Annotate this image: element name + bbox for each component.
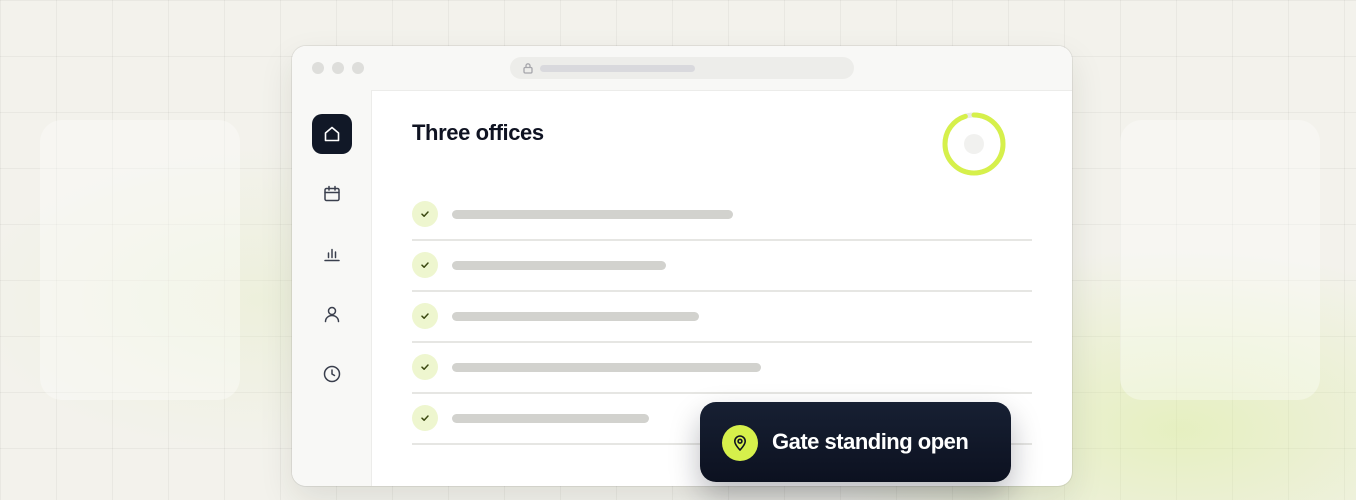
- user-icon: [324, 306, 340, 323]
- background-card-left: [40, 120, 240, 400]
- progress-ring-center: [964, 134, 984, 154]
- sidebar-item-home[interactable]: [312, 114, 352, 154]
- checkmark-icon: [421, 262, 429, 268]
- task-checkbox[interactable]: [412, 252, 438, 278]
- toast-message: Gate standing open: [772, 429, 969, 454]
- checkmark-icon: [421, 313, 429, 319]
- home-icon: [324, 126, 340, 142]
- map-pin-badge: [722, 425, 758, 461]
- task-row[interactable]: [412, 343, 1032, 394]
- checkmark-icon: [421, 415, 429, 421]
- lock-icon: [523, 63, 533, 74]
- checkmark-icon: [421, 211, 429, 217]
- window-titlebar: [292, 46, 1072, 91]
- sidebar-item-stats[interactable]: [312, 234, 352, 274]
- url-placeholder-line: [540, 65, 695, 72]
- background-card-right: [1120, 120, 1320, 400]
- checkmark-icon: [421, 364, 429, 370]
- sidebar-item-history[interactable]: [312, 354, 352, 394]
- bar-chart-icon: [324, 248, 340, 262]
- clock-icon: [323, 365, 341, 383]
- task-text-placeholder: [452, 261, 666, 270]
- map-pin-icon: [734, 435, 746, 451]
- task-row[interactable]: [412, 190, 1032, 241]
- task-text-placeholder: [452, 414, 649, 423]
- task-row[interactable]: [412, 292, 1032, 343]
- task-checkbox[interactable]: [412, 405, 438, 431]
- task-checkbox[interactable]: [412, 354, 438, 380]
- notification-toast[interactable]: Gate standing open: [700, 402, 1011, 482]
- sidebar: [292, 90, 372, 486]
- task-checkbox[interactable]: [412, 201, 438, 227]
- address-bar[interactable]: [510, 57, 854, 79]
- window-minimize-dot[interactable]: [332, 62, 344, 74]
- page-title: Three offices: [412, 120, 544, 145]
- task-row[interactable]: [412, 241, 1032, 292]
- task-checkbox[interactable]: [412, 303, 438, 329]
- sidebar-item-profile[interactable]: [312, 294, 352, 334]
- task-text-placeholder: [452, 312, 699, 321]
- window-close-dot[interactable]: [312, 62, 324, 74]
- task-text-placeholder: [452, 210, 733, 219]
- progress-ring: [942, 112, 1006, 176]
- sidebar-item-calendar[interactable]: [312, 174, 352, 214]
- calendar-icon: [324, 185, 340, 202]
- window-maximize-dot[interactable]: [352, 62, 364, 74]
- task-text-placeholder: [452, 363, 761, 372]
